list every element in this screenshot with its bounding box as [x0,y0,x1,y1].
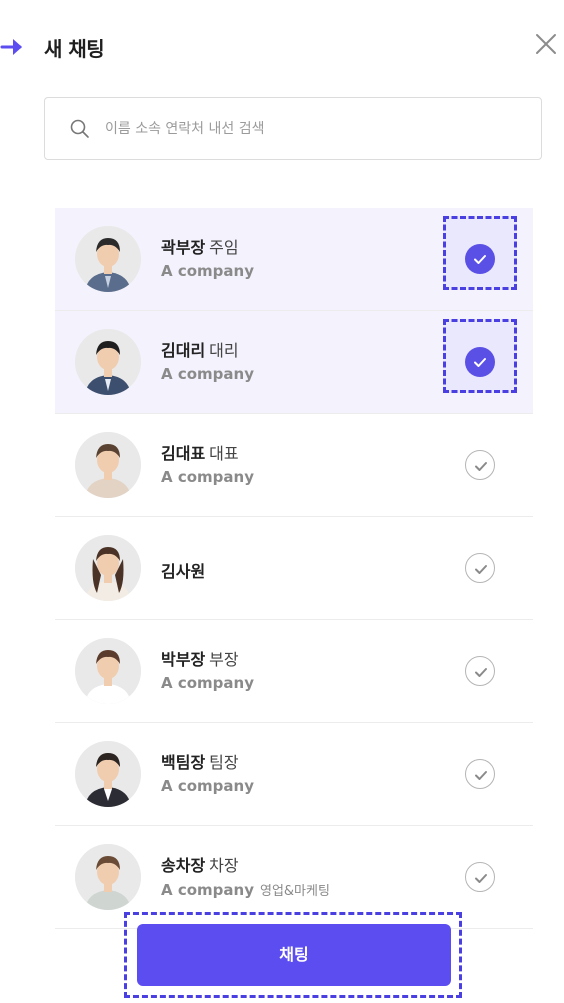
contact-row[interactable]: 김사원 [55,517,533,620]
avatar [75,844,141,910]
contact-name-line: 송차장 차장 [161,852,239,876]
contact-company-line: A company [161,262,254,280]
contact-company-line: A company 영업&마케팅 [161,880,330,899]
unchecked-checkbox[interactable] [465,553,495,583]
chat-button[interactable]: 채팅 [137,924,451,986]
contact-name-line: 백팀장 팀장 [161,749,239,773]
contact-rank: 대리 [209,341,239,360]
check-icon [475,874,487,883]
contact-name: 김대표 [161,444,206,463]
arrow-right-icon [0,39,22,55]
contact-name-line: 김대리 대리 [161,337,239,361]
avatar [75,329,141,395]
contact-name: 김사원 [161,562,206,581]
contact-rank: 차장 [209,856,239,875]
avatar [75,432,141,498]
contact-company: A company [161,777,254,795]
contact-rank: 대표 [209,444,239,463]
avatar [75,535,141,601]
checked-checkbox[interactable] [465,244,495,274]
contact-name: 박부장 [161,650,206,669]
contact-name: 송차장 [161,856,206,875]
search-input[interactable] [105,112,525,146]
unchecked-checkbox[interactable] [465,450,495,480]
contact-dept: 영업&마케팅 [259,884,330,899]
contact-name-line: 김사원 [161,558,205,582]
check-icon [475,668,487,677]
avatar [75,741,141,807]
unchecked-checkbox[interactable] [465,862,495,892]
contact-rank: 주임 [209,238,239,257]
avatar [75,638,141,704]
search-box [44,97,542,160]
search-icon [70,119,89,138]
contact-name-line: 곽부장 주임 [161,234,239,258]
contact-name: 백팀장 [161,753,206,772]
contact-name: 곽부장 [161,238,206,257]
unchecked-checkbox[interactable] [465,656,495,686]
contact-name: 김대리 [161,341,206,360]
unchecked-checkbox[interactable] [465,759,495,789]
contact-company-line: A company [161,468,254,486]
page-title: 새 채팅 [44,37,105,61]
contact-name-line: 김대표 대표 [161,440,239,464]
check-icon [475,565,487,574]
close-icon[interactable] [532,30,560,58]
contact-company: A company [161,262,254,280]
contact-company: A company [161,674,254,692]
check-icon [474,255,486,264]
check-icon [475,771,487,780]
contact-company: A company [161,365,254,383]
contact-row[interactable]: 곽부장 주임 A company [55,208,533,311]
check-icon [474,358,486,367]
contact-company: A company [161,881,254,899]
check-icon [475,462,487,471]
contact-row[interactable]: 박부장 부장 A company [55,620,533,723]
checked-checkbox[interactable] [465,347,495,377]
contact-name-line: 박부장 부장 [161,646,239,670]
contact-rank: 팀장 [209,753,239,772]
contact-company-line: A company [161,777,254,795]
contact-row[interactable]: 백팀장 팀장 A company [55,723,533,826]
contact-company: A company [161,468,254,486]
contact-company-line: A company [161,674,254,692]
contact-row[interactable]: 김대표 대표 A company [55,414,533,517]
contact-company-line: A company [161,365,254,383]
contact-rank: 부장 [209,650,239,669]
contact-list: 곽부장 주임 A company 김대리 대리 A company 김대표 대표 A com… [55,208,533,929]
avatar [75,226,141,292]
contact-row[interactable]: 김대리 대리 A company [55,311,533,414]
